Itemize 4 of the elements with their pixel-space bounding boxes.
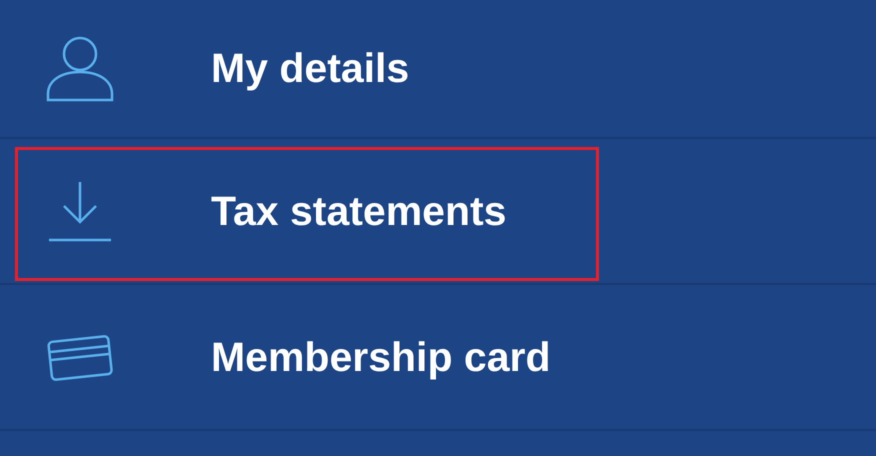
menu-item[interactable]: My details (0, 36, 410, 102)
person-icon (46, 36, 114, 102)
menu-item[interactable]: Tax statements (0, 178, 506, 244)
menu-item[interactable]: Membership card (0, 329, 550, 385)
